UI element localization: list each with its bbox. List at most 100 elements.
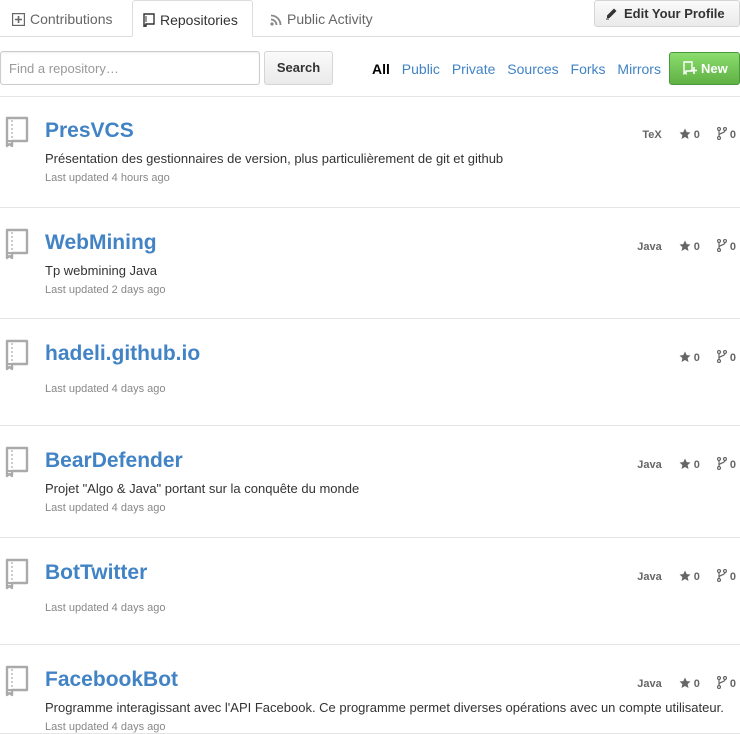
repo-name-link[interactable]: hadeli.github.io <box>45 342 200 366</box>
star-icon <box>679 128 694 141</box>
repo-stargazers[interactable]: 0 <box>679 128 700 141</box>
profile-tabs: Contributions Repositories Public Activi… <box>0 0 740 37</box>
repo-list-item: BotTwitter Last updated 4 days ago Java 0 0 <box>0 538 740 645</box>
repo-last-updated: Last updated 4 hours ago <box>45 172 170 184</box>
repo-stats: TeX 0 0 <box>642 126 736 141</box>
star-count: 0 <box>693 352 700 364</box>
tab-public-activity[interactable]: Public Activity <box>260 0 383 36</box>
edit-profile-label: Edit Your Profile <box>624 6 725 21</box>
repo-icon <box>4 665 30 704</box>
repo-stargazers[interactable]: 0 <box>679 351 700 364</box>
repo-last-updated: Last updated 4 days ago <box>45 721 166 733</box>
tab-public-activity-label: Public Activity <box>287 11 373 27</box>
star-count: 0 <box>693 571 700 583</box>
repo-stats: 00 <box>677 349 736 364</box>
find-repository-input[interactable] <box>0 51 260 85</box>
repo-list-item: BearDefender Projet "Algo & Java" portant… <box>0 426 740 538</box>
star-icon <box>679 570 694 583</box>
tab-contributions-label: Contributions <box>30 11 113 27</box>
fork-icon <box>716 675 730 690</box>
fork-count: 0 <box>729 352 736 364</box>
repo-icon <box>4 339 30 378</box>
repo-list-item: WebMining Tp webmining Java Last updated 2… <box>0 208 740 319</box>
fork-icon <box>716 349 730 364</box>
repo-stargazers[interactable]: 0 <box>679 240 700 253</box>
fork-count: 0 <box>729 459 736 471</box>
repo-description: Tp webmining Java <box>45 263 157 278</box>
star-count: 0 <box>693 129 700 141</box>
repo-last-updated: Last updated 4 days ago <box>45 602 166 614</box>
repo-language: Java <box>637 678 662 690</box>
repo-description: Présentation des gestionnaires de versio… <box>45 151 504 166</box>
repo-icon <box>4 116 30 155</box>
fork-icon <box>716 126 730 141</box>
filter-all[interactable]: All <box>372 61 390 77</box>
filter-private[interactable]: Private <box>452 61 496 77</box>
repo-language: Java <box>637 241 662 253</box>
repo-forks[interactable]: 0 <box>716 456 736 471</box>
contributions-icon <box>11 2 26 40</box>
repo-list-item: hadeli.github.io Last updated 4 days ago 0… <box>0 319 740 426</box>
star-icon <box>679 351 694 364</box>
star-icon <box>679 677 694 690</box>
fork-icon <box>716 568 730 583</box>
repo-list-item: FacebookBot Programme interagissant avec … <box>0 645 740 734</box>
repo-name-link[interactable]: BearDefender <box>45 449 183 473</box>
repo-stats: Java 0 0 <box>637 238 736 253</box>
repo-stats: Java 0 0 <box>637 675 736 690</box>
fork-count: 0 <box>729 241 736 253</box>
star-count: 0 <box>693 241 700 253</box>
star-icon <box>679 458 694 471</box>
search-button[interactable]: Search <box>264 51 333 85</box>
pencil-icon <box>605 3 618 28</box>
new-repo-icon <box>683 56 698 87</box>
tab-contributions[interactable]: Contributions <box>2 0 123 36</box>
fork-count: 0 <box>729 129 736 141</box>
repo-description: Projet "Algo & Java" portant sur la conq… <box>45 481 360 496</box>
repo-forks[interactable]: 0 <box>716 568 736 583</box>
fork-icon <box>716 238 730 253</box>
tab-repositories-label: Repositories <box>160 12 238 28</box>
repo-name-link[interactable]: WebMining <box>45 231 157 255</box>
repo-language: Java <box>637 459 662 471</box>
repo-icon <box>4 558 30 597</box>
filter-sources[interactable]: Sources <box>507 61 558 77</box>
repo-name-link[interactable]: FacebookBot <box>45 668 178 692</box>
filter-public[interactable]: Public <box>402 61 440 77</box>
new-repository-label: New <box>701 61 728 76</box>
repo-list-item: PresVCS Présentation des gestionnaires de… <box>0 96 740 208</box>
edit-profile-button[interactable]: Edit Your Profile <box>594 0 740 27</box>
repo-language: TeX <box>642 129 662 141</box>
repo-stargazers[interactable]: 0 <box>679 570 700 583</box>
repo-last-updated: Last updated 4 days ago <box>45 383 166 395</box>
repo-last-updated: Last updated 2 days ago <box>45 284 166 296</box>
repo-stargazers[interactable]: 0 <box>679 677 700 690</box>
repository-type-filters: All Public Private Sources Forks Mirrors <box>372 61 669 77</box>
repo-language: Java <box>637 571 662 583</box>
filter-forks[interactable]: Forks <box>571 61 606 77</box>
filter-mirrors[interactable]: Mirrors <box>617 61 661 77</box>
repo-forks[interactable]: 0 <box>716 126 736 141</box>
repo-forks[interactable]: 0 <box>716 349 736 364</box>
repo-stats: Java 0 0 <box>637 568 736 583</box>
repo-name-link[interactable]: BotTwitter <box>45 561 147 585</box>
rss-icon <box>270 2 282 40</box>
star-icon <box>679 240 694 253</box>
repo-description: Programme interagissant avec l'API Faceb… <box>45 700 724 715</box>
new-repository-button[interactable]: New <box>669 52 740 85</box>
repo-last-updated: Last updated 4 days ago <box>45 502 166 514</box>
repo-stargazers[interactable]: 0 <box>679 458 700 471</box>
repo-name-link[interactable]: PresVCS <box>45 119 134 143</box>
repo-icon <box>4 446 30 485</box>
fork-icon <box>716 456 730 471</box>
fork-count: 0 <box>729 678 736 690</box>
repo-stats: Java 0 0 <box>637 456 736 471</box>
star-count: 0 <box>693 678 700 690</box>
tab-repositories[interactable]: Repositories <box>132 0 253 37</box>
repo-forks[interactable]: 0 <box>716 675 736 690</box>
repo-icon <box>4 228 30 267</box>
fork-count: 0 <box>729 571 736 583</box>
repo-forks[interactable]: 0 <box>716 238 736 253</box>
repository-filter-bar: Search All Public Private Sources Forks … <box>0 36 740 97</box>
star-count: 0 <box>693 459 700 471</box>
